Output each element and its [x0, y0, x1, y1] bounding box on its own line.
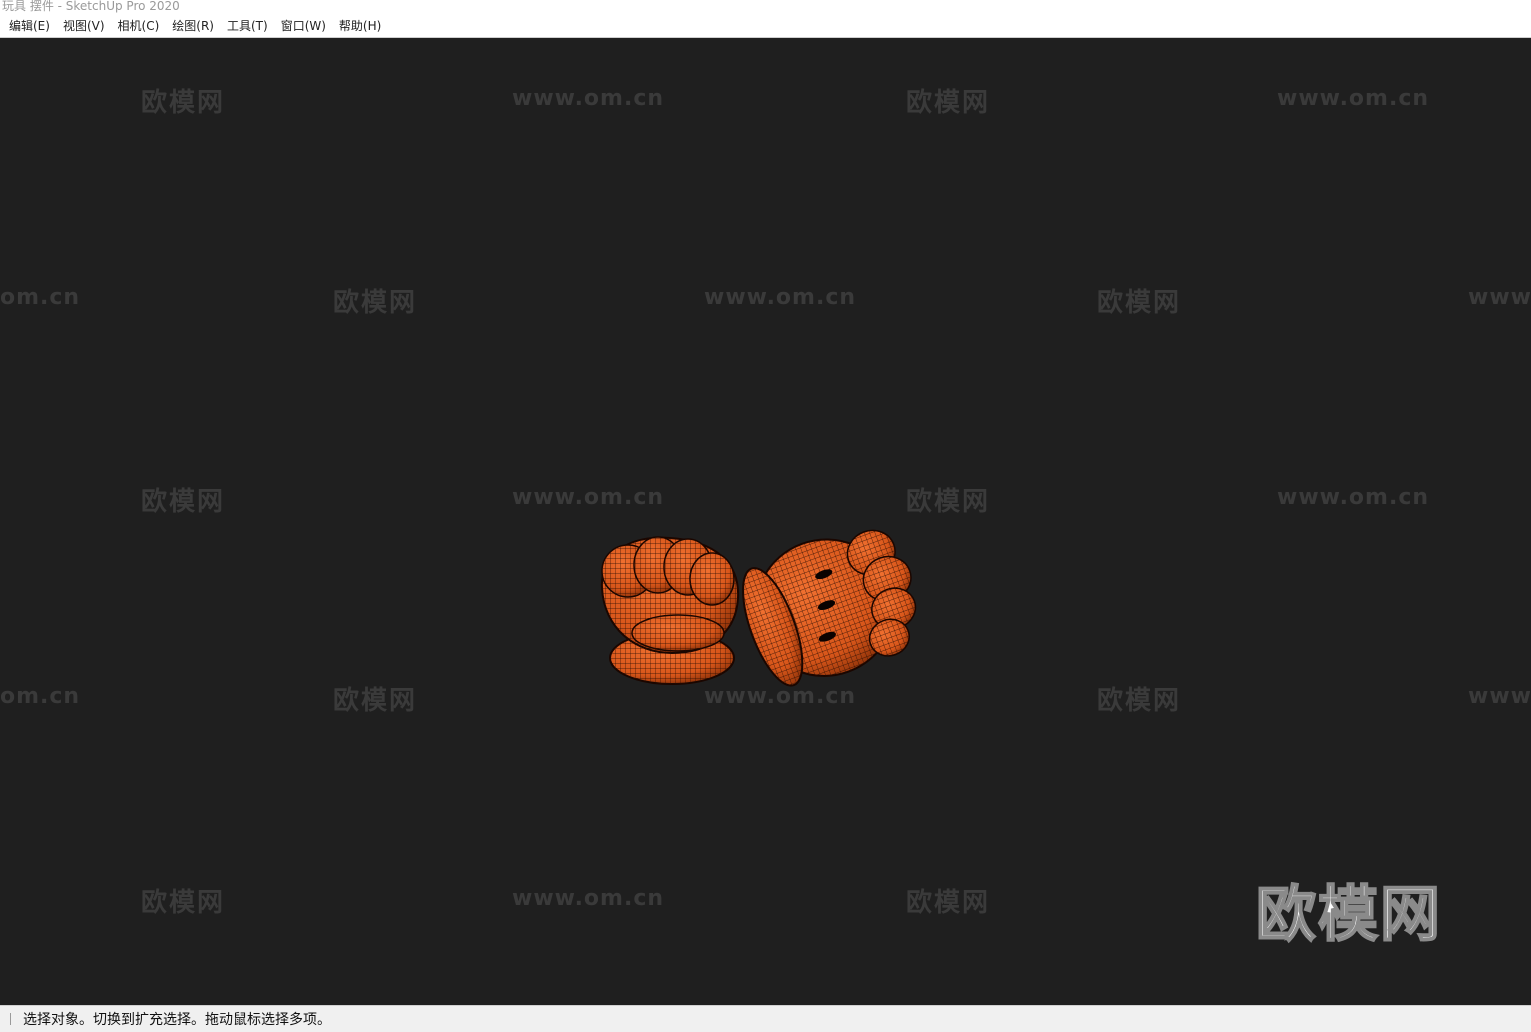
watermark-url: www.om.cn — [704, 285, 857, 310]
watermark-url: www.om.cn — [1277, 485, 1430, 510]
status-bar: 选择对象。切换到扩充选择。拖动鼠标选择多项。 — [0, 1005, 1531, 1032]
menu-help[interactable]: 帮助(H) — [334, 15, 386, 36]
watermark-url: www.om.cn — [1277, 86, 1430, 111]
watermark-url-partial: www. — [1468, 285, 1531, 310]
menu-bar: 编辑(E) 视图(V) 相机(C) 绘图(R) 工具(T) 窗口(W) 帮助(H… — [0, 14, 1531, 38]
watermark-url-partial: om.cn — [0, 684, 81, 709]
glove-model[interactable] — [590, 493, 930, 723]
watermark-logo: 欧模网 — [1097, 686, 1182, 716]
left-glove — [600, 536, 740, 685]
watermark-url-partial: www. — [1468, 684, 1531, 709]
corner-logo: 欧模网 — [1255, 879, 1442, 951]
watermark-logo: 欧模网 — [333, 288, 418, 318]
menu-window[interactable]: 窗口(W) — [276, 15, 331, 36]
menu-camera[interactable]: 相机(C) — [113, 15, 165, 36]
status-message: 选择对象。切换到扩充选择。拖动鼠标选择多项。 — [23, 1012, 331, 1028]
menu-draw[interactable]: 绘图(R) — [167, 15, 219, 36]
watermark-logo: 欧模网 — [141, 888, 226, 918]
sketchup-window: 玩具 摆件 - SketchUp Pro 2020 编辑(E) 视图(V) 相机… — [0, 0, 1531, 1032]
menu-tools[interactable]: 工具(T) — [222, 15, 273, 36]
watermark-logo: 欧模网 — [141, 88, 226, 118]
watermark-logo: 欧模网 — [906, 888, 991, 918]
right-glove — [742, 529, 917, 687]
watermark-logo: 欧模网 — [141, 487, 226, 517]
watermark-url-partial: om.cn — [0, 285, 81, 310]
watermark-logo: 欧模网 — [1097, 288, 1182, 318]
watermark-url: www.om.cn — [512, 86, 665, 111]
watermark-url: www.om.cn — [512, 886, 665, 911]
window-title: 玩具 摆件 - SketchUp Pro 2020 — [0, 0, 1531, 14]
watermark-logo: 欧模网 — [333, 686, 418, 716]
watermark-logo: 欧模网 — [906, 88, 991, 118]
menu-view[interactable]: 视图(V) — [58, 15, 110, 36]
status-divider — [10, 1013, 11, 1025]
3d-viewport[interactable]: 欧模网 www.om.cn 欧模网 www.om.cn om.cn 欧模网 ww… — [0, 38, 1531, 1005]
menu-edit[interactable]: 编辑(E) — [4, 15, 55, 36]
